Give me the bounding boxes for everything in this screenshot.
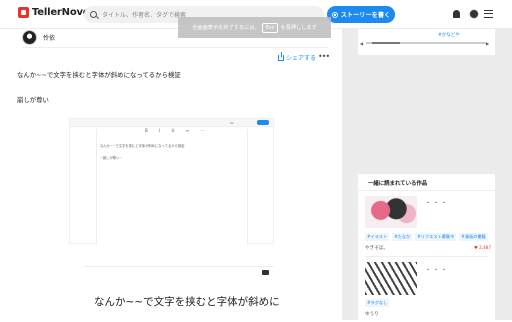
editor-document: B I U ≡ ⋯ なんか~~で文字を挟むと字体が斜めになってるから検証 ~崩し… — [96, 128, 248, 244]
share-icon — [278, 51, 284, 61]
tag-link[interactable]: #たなか — [392, 233, 413, 241]
menu-icon[interactable] — [484, 10, 493, 18]
embedded-screenshot-text: なんか~~で文字を挟むと字体が斜めに — [84, 266, 280, 322]
share-button[interactable]: シェアする — [278, 51, 317, 62]
work-tags: #ラグなし — [365, 299, 390, 307]
author-avatar[interactable] — [22, 30, 37, 45]
story-paragraph: 崩しが尊い — [17, 96, 49, 104]
search-placeholder: タイトル、作者名、タグで検索 — [102, 12, 187, 19]
author-name[interactable]: 怜依 — [43, 33, 55, 42]
divider — [365, 256, 488, 257]
notice-text-before: 全画面表示を終了するには、 — [192, 25, 260, 31]
divider — [358, 190, 495, 191]
recommended-works-card: 一緒に読まれている作品 ・・・ #イラスト #たなか #リクエスト募集中 #漫画… — [358, 174, 495, 320]
work-tags: #イラスト #たなか #リクエスト募集中 #漫画の書籍 — [365, 233, 491, 241]
like-count: ♥ 2,487 — [474, 245, 492, 250]
more-options-icon[interactable]: ••• — [318, 52, 330, 61]
notice-text-after: を長押しします — [280, 25, 317, 31]
chevron-right-icon[interactable]: ▶ — [486, 41, 489, 46]
logo-icon — [18, 7, 29, 18]
work-thumbnail[interactable] — [365, 262, 417, 295]
sidebar-carousel-card: #かなどや ◀ ▶ — [358, 29, 495, 55]
author-info[interactable]: 怜依 — [22, 30, 55, 45]
embedded-large-text: なんか~~で文字を挟むと字体が斜めに — [94, 296, 280, 308]
embedded-screenshot-editor: ▭ B I U ≡ ⋯ なんか~~で文字を挟むと字体が斜めになってるから検証 ~… — [69, 118, 275, 244]
story-paragraph: なんか~~で文字を挟むと字体が斜めになってるから検証 — [17, 71, 181, 79]
tag-link[interactable]: #リクエスト募集中 — [415, 233, 457, 241]
work-preview-text: ・・・ — [425, 267, 450, 274]
work-preview-text: ・・・ — [425, 200, 450, 207]
editor-line: なんか~~で文字を挟むと字体が斜めになってるから検証 — [100, 144, 185, 148]
logo[interactable]: TellerNovel — [18, 7, 93, 18]
editor-toolbar: B I U ≡ ⋯ — [145, 128, 210, 133]
write-story-button[interactable]: ストーリーを書く — [327, 6, 395, 23]
carousel-scroll-thumb[interactable] — [372, 42, 400, 44]
work-thumbnail[interactable] — [365, 196, 417, 228]
editor-save-indicator: ▭ — [230, 120, 234, 125]
editor-publish-button — [257, 120, 269, 125]
esc-key: Esc — [261, 22, 279, 33]
bell-icon[interactable] — [453, 10, 460, 18]
pen-icon — [331, 11, 338, 18]
write-story-label: ストーリーを書く — [340, 12, 391, 19]
editor-line: ~崩しが尊い~ — [100, 156, 123, 160]
tag-link[interactable]: #かなどや — [438, 32, 460, 38]
tag-link[interactable]: #漫画の書籍 — [459, 233, 488, 241]
fullscreen-exit-notice: 全画面表示を終了するには、 Esc を長押しします — [178, 17, 331, 38]
editor-header-bar: ▭ — [70, 119, 275, 127]
search-icon — [90, 11, 97, 18]
chevron-left-icon[interactable]: ◀ — [360, 41, 363, 46]
carousel-scrollbar[interactable] — [366, 42, 486, 44]
work-author[interactable]: ゆうり — [365, 311, 379, 317]
tag-link[interactable]: #ラグなし — [365, 299, 390, 307]
sidebar: #かなどや ◀ ▶ 一緒に読まれている作品 ・・・ #イラスト #たなか #リク… — [342, 29, 512, 320]
tag-link[interactable]: #イラスト — [365, 233, 390, 241]
divider — [22, 47, 328, 48]
section-title: 一緒に読まれている作品 — [368, 181, 428, 187]
comment-icon — [262, 270, 269, 275]
user-avatar[interactable] — [469, 9, 479, 19]
work-author[interactable]: やきそば。 — [365, 245, 388, 251]
share-label: シェアする — [286, 55, 317, 62]
